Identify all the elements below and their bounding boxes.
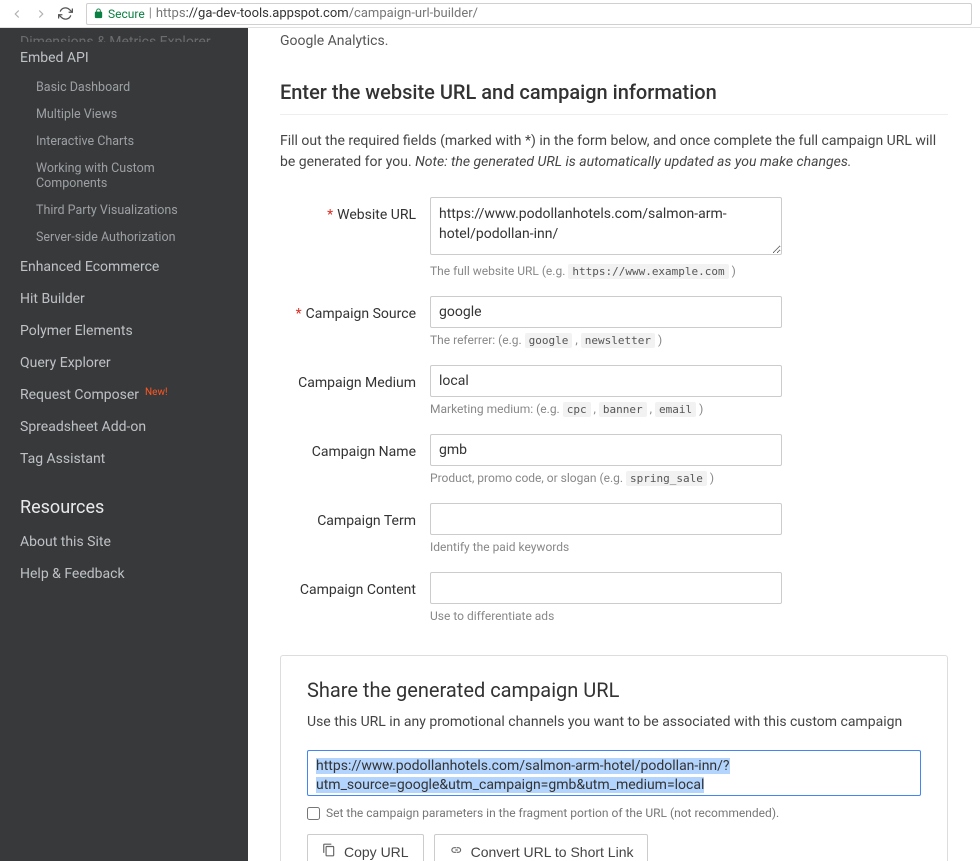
campaign-term-input[interactable] [430, 503, 782, 535]
sidebar-item-hit[interactable]: Hit Builder [0, 283, 248, 315]
sidebar-item-request[interactable]: Request ComposerNew! [0, 379, 248, 411]
fragment-checkbox[interactable] [307, 807, 320, 820]
url-text: https://ga-dev-tools.appspot.com/campaig… [156, 6, 478, 21]
sidebar-sub-multi[interactable]: Multiple Views [0, 101, 248, 128]
short-link-button[interactable]: Convert URL to Short Link [434, 834, 649, 861]
label-medium: Campaign Medium [280, 365, 430, 430]
help-website-url: The full website URL (e.g. https://www.e… [430, 264, 782, 278]
sidebar-sub-custom[interactable]: Working with Custom Components [0, 155, 248, 197]
sidebar-item-dimensions[interactable]: Dimensions & Metrics Explorer [0, 34, 248, 42]
instructions: Fill out the required fields (marked wit… [280, 131, 948, 173]
help-term: Identify the paid keywords [430, 540, 782, 554]
campaign-name-input[interactable] [430, 434, 782, 466]
link-icon [449, 843, 463, 860]
secure-label: Secure [108, 7, 145, 21]
new-badge: New! [145, 387, 168, 398]
label-name: Campaign Name [280, 434, 430, 499]
help-medium: Marketing medium: (e.g. cpc , banner , e… [430, 402, 782, 416]
share-box: Share the generated campaign URL Use thi… [280, 655, 948, 861]
browser-toolbar: Secure | https://ga-dev-tools.appspot.co… [0, 0, 980, 28]
label-source: *Campaign Source [280, 296, 430, 361]
sidebar-sub-interactive[interactable]: Interactive Charts [0, 128, 248, 155]
sidebar-item-enhanced[interactable]: Enhanced Ecommerce [0, 251, 248, 283]
website-url-input[interactable]: https://www.podollanhotels.com/salmon-ar… [430, 197, 782, 255]
sidebar-item-tag[interactable]: Tag Assistant [0, 443, 248, 475]
copy-url-button[interactable]: Copy URL [307, 834, 424, 861]
sidebar-sub-basic[interactable]: Basic Dashboard [0, 74, 248, 101]
sidebar: Dimensions & Metrics Explorer Embed API … [0, 28, 248, 861]
campaign-source-input[interactable] [430, 296, 782, 328]
help-name: Product, promo code, or slogan (e.g. spr… [430, 471, 782, 485]
intro-text: This tool allows you to easily add campa… [280, 28, 948, 52]
sidebar-item-embed-api[interactable]: Embed API [0, 42, 248, 74]
section-heading: Enter the website URL and campaign infor… [280, 80, 948, 115]
generated-url-output[interactable]: https://www.podollanhotels.com/salmon-ar… [307, 750, 921, 796]
label-website-url: *Website URL [280, 197, 430, 292]
label-content: Campaign Content [280, 572, 430, 637]
campaign-content-input[interactable] [430, 572, 782, 604]
back-button[interactable] [8, 5, 26, 23]
label-term: Campaign Term [280, 503, 430, 568]
share-heading: Share the generated campaign URL [307, 678, 921, 702]
sidebar-item-about[interactable]: About this Site [0, 526, 248, 558]
sidebar-item-polymer[interactable]: Polymer Elements [0, 315, 248, 347]
campaign-medium-input[interactable] [430, 365, 782, 397]
address-bar[interactable]: Secure | https://ga-dev-tools.appspot.co… [86, 3, 972, 25]
help-content: Use to differentiate ads [430, 609, 782, 623]
forward-button[interactable] [32, 5, 50, 23]
clipboard-icon [322, 843, 336, 860]
fragment-label: Set the campaign parameters in the fragm… [326, 806, 779, 820]
sidebar-section-resources: Resources [0, 475, 248, 526]
sidebar-item-help[interactable]: Help & Feedback [0, 558, 248, 590]
reload-button[interactable] [56, 5, 74, 23]
sidebar-item-query[interactable]: Query Explorer [0, 347, 248, 379]
sidebar-item-spreadsheet[interactable]: Spreadsheet Add-on [0, 411, 248, 443]
share-desc: Use this URL in any promotional channels… [307, 714, 921, 730]
main-content: This tool allows you to easily add campa… [248, 28, 980, 861]
sidebar-sub-server[interactable]: Server-side Authorization [0, 224, 248, 251]
lock-icon [93, 8, 104, 19]
sidebar-sub-third[interactable]: Third Party Visualizations [0, 197, 248, 224]
help-source: The referrer: (e.g. google , newsletter … [430, 333, 782, 347]
